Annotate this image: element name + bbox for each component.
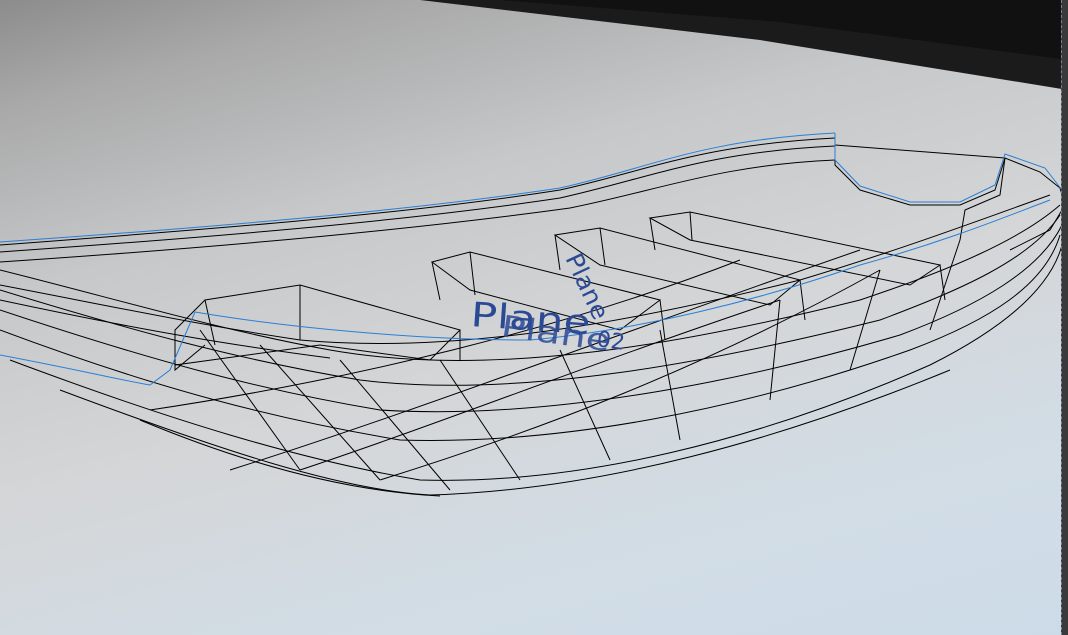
hull-rib-line [769,299,781,401]
hull-keel-line [9,244,1063,481]
hull-rib-line [559,349,611,461]
hull-keel-line [59,369,951,496]
3d-viewport[interactable]: Plane Plane 02 Plane [0,0,1068,635]
hull-inner-line [0,299,331,359]
hull-rib-line [659,329,681,441]
seat-box [204,285,461,360]
seat-box [174,284,461,366]
selection-outline [0,132,836,243]
hull-rib-line [229,249,861,471]
hull-gunwale-line [0,159,836,263]
hull-rib-line [149,259,741,411]
hull-keel-line [139,419,441,497]
hull-rib-line [379,269,881,481]
plane-label-index: 02 [595,327,626,356]
seat-box [648,211,942,286]
hull-gunwale-line [0,137,836,246]
hull-rib-line [339,359,451,491]
hull-gunwale-line [0,145,836,253]
hull-rib-line [849,269,881,371]
hull-wireframe-model[interactable]: Plane Plane 02 Plane [0,0,1068,635]
viewport-edge-border [1061,0,1068,635]
selection-outline [0,311,196,386]
hull-stern-line [834,144,1006,159]
hull-rib-line [439,359,521,481]
